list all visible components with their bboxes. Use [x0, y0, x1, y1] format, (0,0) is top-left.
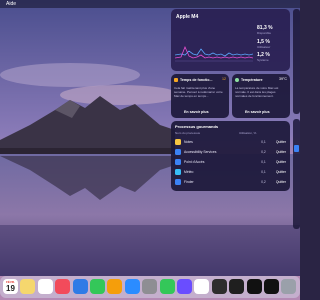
quit-button[interactable]: Quitter	[276, 180, 286, 184]
notes-app-icon[interactable]	[20, 279, 36, 294]
process-row: Accessibility Services 0,2 Quitter	[175, 148, 286, 156]
numbers-app-icon[interactable]	[90, 279, 105, 294]
app-store-icon[interactable]	[124, 279, 140, 294]
trash-icon[interactable]	[281, 279, 297, 294]
process-name: Point d'Accès	[184, 160, 205, 164]
process-usage: 0,1	[261, 170, 266, 174]
calendar-app-icon[interactable]: FÉVR. 19	[3, 279, 18, 294]
usage-header: Utilisation, %	[239, 131, 257, 135]
hotspot-icon	[175, 159, 181, 165]
menu-item-help[interactable]: Aide	[6, 0, 16, 8]
process-name: Finder	[184, 180, 194, 184]
cpu-usage-graph	[175, 45, 253, 62]
side-widget-bottom	[293, 119, 300, 229]
cpu-user-label: Utilisateur	[257, 45, 271, 49]
clock-icon	[174, 78, 178, 82]
temperature-value: 39°C	[278, 77, 287, 81]
temperature-description: La température de votre Mac est normale.…	[235, 86, 279, 98]
process-name: Notes	[184, 140, 193, 144]
side-widget-accent	[294, 145, 299, 152]
photos-app-icon[interactable]	[194, 279, 210, 294]
processes-title: Processus gourmands	[175, 124, 219, 129]
process-usage: 0,1	[261, 140, 266, 144]
openai-app-icon[interactable]	[264, 279, 279, 294]
cpu-widget[interactable]: Apple M4 81,3 % Disponible 1,5 % Utilisa…	[171, 9, 290, 71]
uptime-title: Temps de fonctio...	[180, 77, 213, 82]
uptime-learn-more-link[interactable]: En savoir plus	[184, 110, 209, 114]
process-row: Point d'Accès 0,1 Quitter	[175, 158, 286, 166]
uptime-description: Cela fait maintenant plus d'une semaine.…	[174, 86, 223, 98]
weather-icon	[175, 169, 181, 175]
process-row: Finder 0,2 Quitter	[175, 178, 286, 186]
quit-button[interactable]: Quitter	[276, 150, 286, 154]
notes-icon	[175, 139, 181, 145]
process-row: Météo 0,1 Quitter	[175, 168, 286, 176]
cpu-system-label: Système	[257, 58, 269, 62]
chip-name: Apple M4	[176, 14, 199, 20]
reminders-app-icon[interactable]	[37, 279, 53, 294]
keynote-app-icon[interactable]	[72, 279, 88, 294]
calendar-day: 19	[6, 284, 15, 293]
process-row: Notes 0,1 Quitter	[175, 138, 286, 146]
top-processes-widget: Processus gourmands Nom du processus Uti…	[171, 121, 290, 191]
activity-monitor-icon[interactable]	[229, 279, 245, 294]
temperature-widget[interactable]: Température 39°C La température de votre…	[232, 74, 290, 118]
process-usage: 0,1	[261, 160, 266, 164]
uptime-widget[interactable]: Temps de fonctio... 12 Cela fait mainten…	[171, 74, 229, 118]
cpu-user-line	[175, 45, 253, 59]
process-usage: 0,2	[261, 150, 266, 154]
process-name-header: Nom du processus	[175, 131, 201, 135]
quit-button[interactable]: Quitter	[276, 160, 286, 164]
pages-app-icon[interactable]	[107, 279, 123, 294]
temperature-title: Température	[241, 77, 263, 82]
thermometer-icon	[235, 78, 239, 82]
cpu-available-label: Disponible	[257, 31, 272, 35]
accessibility-icon	[175, 149, 181, 155]
quit-button[interactable]: Quitter	[276, 170, 286, 174]
process-name: Accessibility Services	[184, 150, 217, 154]
uptime-badge: 12	[222, 77, 226, 81]
music-app-icon[interactable]	[55, 279, 71, 294]
temperature-learn-more-link[interactable]: En savoir plus	[245, 110, 270, 114]
icloud-icon[interactable]	[159, 279, 175, 294]
process-usage: 0,2	[261, 180, 266, 184]
chatgpt-app-icon[interactable]	[246, 279, 262, 294]
system-settings-icon[interactable]	[142, 279, 158, 294]
quit-button[interactable]: Quitter	[276, 140, 286, 144]
side-widget-top	[293, 9, 300, 114]
terminal-app-icon[interactable]	[211, 279, 227, 294]
menu-bar: Aide	[0, 0, 300, 8]
process-name: Météo	[184, 170, 194, 174]
finder-icon	[175, 179, 181, 185]
shortcuts-app-icon[interactable]	[177, 279, 192, 294]
